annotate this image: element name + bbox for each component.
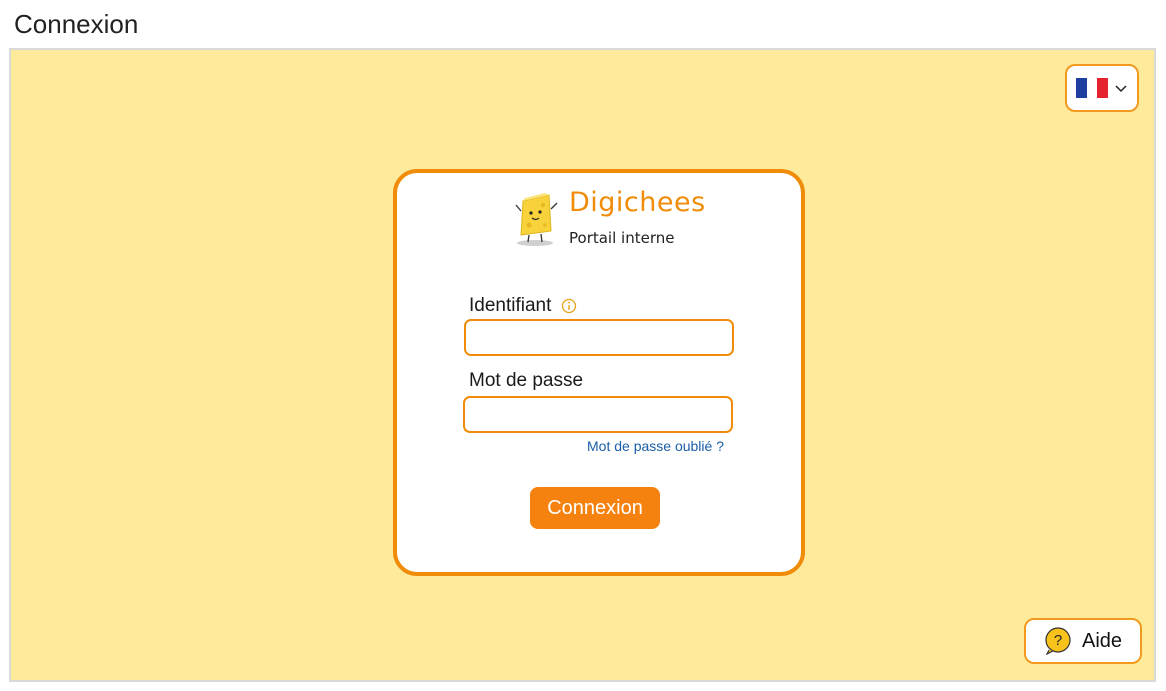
login-card: Digichees Portail interne Identifiant Mo…: [393, 169, 805, 576]
info-icon[interactable]: [561, 298, 577, 314]
language-selector[interactable]: [1065, 64, 1139, 112]
username-input[interactable]: [464, 319, 734, 356]
svg-text:?: ?: [1054, 632, 1062, 649]
brand-logo: Digichees Portail interne: [515, 187, 705, 253]
username-label-text: Identifiant: [469, 295, 552, 316]
brand-subtitle: Portail interne: [569, 229, 675, 247]
brand-name: Digichees: [569, 187, 706, 218]
forgot-password-link[interactable]: Mot de passe oublié ?: [587, 438, 724, 454]
chevron-down-icon: [1115, 85, 1127, 93]
help-question-icon: ?: [1045, 627, 1071, 655]
password-label: Mot de passe: [469, 370, 584, 391]
password-input[interactable]: [463, 396, 733, 433]
flag-fr-icon: [1076, 78, 1109, 98]
page-title: Connexion: [14, 9, 139, 39]
login-stage: Digichees Portail interne Identifiant Mo…: [9, 48, 1156, 682]
username-label: Identifiant: [469, 295, 577, 317]
help-button[interactable]: ? Aide: [1024, 618, 1142, 664]
help-label: Aide: [1081, 629, 1123, 652]
cheese-mascot-icon: [515, 193, 558, 246]
login-button[interactable]: Connexion: [530, 487, 660, 529]
